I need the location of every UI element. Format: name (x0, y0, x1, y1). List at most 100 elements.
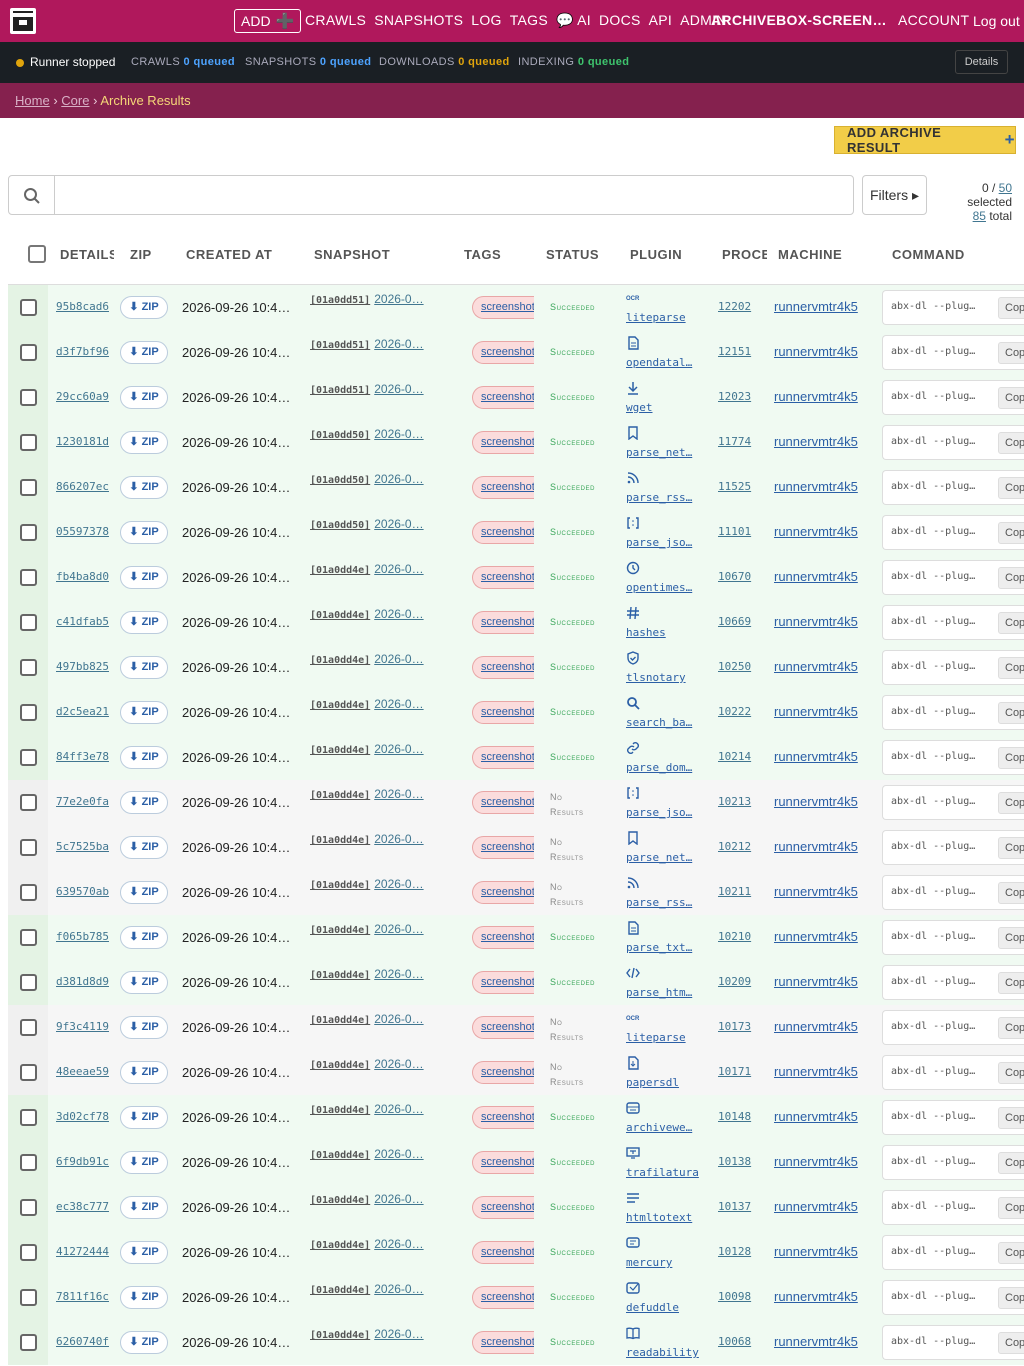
snapshot-date[interactable]: 2026-0… (374, 787, 423, 801)
zip-download-button[interactable]: ⬇ ZIP (120, 611, 168, 634)
machine-link[interactable]: runnervmtr4k5 (774, 344, 858, 359)
process-link[interactable]: 10148 (718, 1110, 751, 1123)
zip-download-button[interactable]: ⬇ ZIP (120, 1241, 168, 1264)
zip-download-button[interactable]: ⬇ ZIP (120, 791, 168, 814)
plugin-link[interactable]: mercury (626, 1256, 702, 1269)
copy-button[interactable]: Copy (998, 792, 1024, 814)
snapshot-link[interactable]: [01a0dd4e] 2026-0… (310, 967, 424, 981)
tag-badge[interactable]: screenshot (472, 566, 534, 589)
tag-badge[interactable]: screenshot (472, 1016, 534, 1039)
snapshot-date[interactable]: 2026-0… (374, 1327, 423, 1341)
tag-badge[interactable]: screenshot (472, 1061, 534, 1084)
row-checkbox[interactable] (20, 1334, 37, 1351)
snapshot-date[interactable]: 2026-0… (374, 472, 423, 486)
row-checkbox[interactable] (20, 1244, 37, 1261)
copy-button[interactable]: Copy (998, 432, 1024, 454)
account-link[interactable]: ACCOUNT (898, 12, 969, 28)
process-link[interactable]: 10098 (718, 1290, 751, 1303)
machine-link[interactable]: runnervmtr4k5 (774, 299, 858, 314)
machine-link[interactable]: runnervmtr4k5 (774, 1064, 858, 1079)
machine-link[interactable]: runnervmtr4k5 (774, 1244, 858, 1259)
process-link[interactable]: 10173 (718, 1020, 751, 1033)
process-link[interactable]: 10670 (718, 570, 751, 583)
plugin-link[interactable]: opendatal… (626, 356, 702, 369)
snapshot-date[interactable]: 2026-0… (374, 382, 423, 396)
process-link[interactable]: 10171 (718, 1065, 751, 1078)
result-id-link[interactable]: fb4ba8d0 (56, 570, 109, 583)
snapshot-date[interactable]: 2026-0… (374, 877, 423, 891)
process-link[interactable]: 10212 (718, 840, 751, 853)
snapshot-id[interactable]: [01a0dd4e] (310, 970, 370, 981)
plugin-link[interactable]: parse_net… (626, 851, 702, 864)
total-count-link[interactable]: 85 (973, 209, 986, 223)
machine-link[interactable]: runnervmtr4k5 (774, 839, 858, 854)
snapshot-link[interactable]: [01a0dd4e] 2026-0… (310, 1192, 424, 1206)
copy-button[interactable]: Copy (998, 522, 1024, 544)
machine-link[interactable]: runnervmtr4k5 (774, 794, 858, 809)
plugin-link[interactable]: opentimes… (626, 581, 702, 594)
row-checkbox[interactable] (20, 974, 37, 991)
plugin-link[interactable]: parse_txt… (626, 941, 702, 954)
process-link[interactable]: 10137 (718, 1200, 751, 1213)
breadcrumb-home[interactable]: Home (15, 93, 50, 108)
snapshot-date[interactable]: 2026-0… (374, 922, 423, 936)
process-link[interactable]: 10222 (718, 705, 751, 718)
snapshot-id[interactable]: [01a0dd51] (310, 340, 370, 351)
snapshot-date[interactable]: 2026-0… (374, 607, 423, 621)
snapshot-id[interactable]: [01a0dd4e] (310, 1060, 370, 1071)
snapshot-id[interactable]: [01a0dd4e] (310, 655, 370, 666)
result-id-link[interactable]: 29cc60a9 (56, 390, 109, 403)
search-input[interactable] (56, 176, 846, 214)
tag-badge[interactable]: screenshot (472, 1151, 534, 1174)
tag-badge[interactable]: screenshot (472, 1286, 534, 1309)
copy-button[interactable]: Copy (998, 567, 1024, 589)
plugin-link[interactable]: parse_htm… (626, 986, 702, 999)
process-link[interactable]: 10250 (718, 660, 751, 673)
snapshot-link[interactable]: [01a0dd4e] 2026-0… (310, 1057, 424, 1071)
tag-badge[interactable]: screenshot (472, 746, 534, 769)
row-checkbox[interactable] (20, 794, 37, 811)
snapshot-link[interactable]: [01a0dd4e] 2026-0… (310, 607, 424, 621)
tag-badge[interactable]: screenshot (472, 656, 534, 679)
copy-button[interactable]: Copy (998, 927, 1024, 949)
snapshot-link[interactable]: [01a0dd4e] 2026-0… (310, 697, 424, 711)
zip-download-button[interactable]: ⬇ ZIP (120, 566, 168, 589)
zip-download-button[interactable]: ⬇ ZIP (120, 836, 168, 859)
nav-link[interactable]: API (649, 12, 672, 29)
plugin-link[interactable]: parse_rss… (626, 896, 702, 909)
snapshot-id[interactable]: [01a0dd4e] (310, 1015, 370, 1026)
nav-user[interactable]: ARCHIVEBOX-SCREENSHOTS (711, 12, 889, 28)
logout-link[interactable]: Log out (973, 13, 1020, 29)
snapshot-link[interactable]: [01a0dd4e] 2026-0… (310, 787, 424, 801)
tag-badge[interactable]: screenshot (472, 791, 534, 814)
machine-link[interactable]: runnervmtr4k5 (774, 569, 858, 584)
zip-download-button[interactable]: ⬇ ZIP (120, 1286, 168, 1309)
tag-badge[interactable]: screenshot (472, 1106, 534, 1129)
result-id-link[interactable]: f065b785 (56, 930, 109, 943)
plugin-link[interactable]: archivewe… (626, 1121, 702, 1134)
filters-button[interactable]: Filters ▸ (862, 175, 927, 215)
machine-link[interactable]: runnervmtr4k5 (774, 434, 858, 449)
details-button[interactable]: Details (955, 50, 1008, 74)
result-id-link[interactable]: 84ff3e78 (56, 750, 109, 763)
copy-button[interactable]: Copy (998, 297, 1024, 319)
result-id-link[interactable]: d2c5ea21 (56, 705, 109, 718)
result-id-link[interactable]: 41272444 (56, 1245, 109, 1258)
snapshot-link[interactable]: [01a0dd4e] 2026-0… (310, 922, 424, 936)
snapshot-date[interactable]: 2026-0… (374, 562, 423, 576)
row-checkbox[interactable] (20, 659, 37, 676)
machine-link[interactable]: runnervmtr4k5 (774, 884, 858, 899)
row-checkbox[interactable] (20, 749, 37, 766)
zip-download-button[interactable]: ⬇ ZIP (120, 1106, 168, 1129)
result-id-link[interactable]: 9f3c4119 (56, 1020, 109, 1033)
tag-badge[interactable]: screenshot (472, 341, 534, 364)
snapshot-link[interactable]: [01a0dd4e] 2026-0… (310, 1102, 424, 1116)
nav-link[interactable]: TAGS (510, 12, 548, 29)
process-link[interactable]: 12202 (718, 300, 751, 313)
machine-link[interactable]: runnervmtr4k5 (774, 749, 858, 764)
result-id-link[interactable]: 6f9db91c (56, 1155, 109, 1168)
column-command[interactable]: COMMAND (892, 247, 965, 262)
snapshot-date[interactable]: 2026-0… (374, 1282, 423, 1296)
snapshot-link[interactable]: [01a0dd51] 2026-0… (310, 382, 424, 396)
row-checkbox[interactable] (20, 614, 37, 631)
